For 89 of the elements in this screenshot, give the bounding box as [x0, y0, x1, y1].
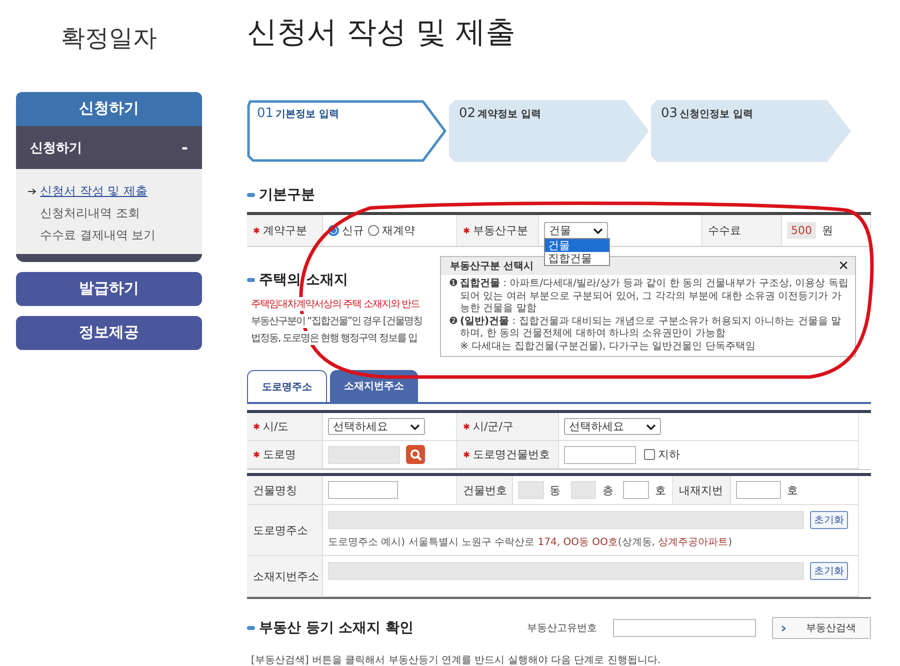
submenu-link[interactable]: 수수료 결제내역 보기 — [40, 227, 156, 244]
building-name-input[interactable] — [328, 481, 398, 499]
section-title: 기본구분 — [259, 186, 315, 204]
arrow-icon — [28, 188, 37, 195]
menu-button[interactable]: 발급하기 — [16, 272, 202, 306]
field-label: 도로명건물번호 — [473, 447, 550, 462]
lot-number-input[interactable] — [736, 481, 781, 499]
region-select[interactable]: 선택하세요 — [328, 418, 425, 435]
page-title: 신청서 작성 및 제출 — [247, 14, 517, 52]
field-label: 계약구분 — [263, 223, 307, 238]
step-label: 기본정보 입력 — [276, 108, 340, 121]
close-button[interactable]: ✕ — [838, 258, 849, 274]
number-input[interactable] — [518, 481, 544, 499]
address-input[interactable] — [328, 511, 804, 529]
required-asterisk-icon — [253, 227, 260, 234]
field-label: 도로명 — [263, 447, 296, 462]
step-number: 02 — [459, 106, 476, 121]
property-type-select[interactable]: 건물 — [544, 222, 608, 239]
note-text: [부동산검색] 버튼을 클릭해서 부동산등기 연계를 반드시 실행해야 다음 단계로 진행됩니다. — [250, 654, 662, 666]
submenu-title: 신청하기 — [30, 140, 82, 156]
field-label: 시/도 — [263, 419, 289, 434]
field-label: 내재지번 — [679, 482, 723, 498]
submenu-link[interactable]: 신청처리내역 조회 — [40, 205, 140, 222]
chevron-down-icon — [593, 228, 603, 234]
step-label: 신청인정보 입력 — [680, 108, 754, 121]
unit-label: 호 — [655, 482, 666, 498]
field-label: 도로명주소 — [253, 522, 308, 538]
step-number: 03 — [661, 106, 678, 121]
definition-text: 집합건물 : 아파트/다세대/빌라/상가 등과 같이 한 동의 건물내부가 구조상, 이용상 독립되어 있는 여러 부분으로 구분되어 있어, 그 각각의 부분에 대한 소유권 이전등기가 가능한 건물을 말함 — [460, 278, 849, 316]
building-number-input[interactable] — [564, 446, 636, 464]
definition-text: (일반)건물 : 집합건물과 대비되는 개념으로 구분소유가 허용되지 아니하는 건물을 말하며, 한 동의 건물전체에 대하여 하나의 소유권만이 가능함 — [460, 316, 842, 340]
section-title: 부동산 등기 소재지 확인 — [259, 619, 414, 637]
dropdown-option[interactable]: 집합건물 — [545, 252, 609, 265]
required-asterisk-icon — [253, 451, 260, 458]
reset-button[interactable]: 초기화 — [810, 511, 848, 529]
menu-button[interactable]: 정보제공 — [16, 316, 202, 350]
number-input[interactable] — [623, 481, 650, 499]
checkbox-label: 지하 — [658, 447, 680, 462]
checkbox[interactable] — [644, 449, 655, 460]
reset-button[interactable]: 초기화 — [810, 562, 848, 580]
number-marker: ❷ — [449, 316, 458, 328]
collapse-toggle[interactable]: - — [181, 138, 188, 157]
dropdown-option[interactable]: 건물 — [545, 239, 609, 252]
field-label: 소재지번주소 — [253, 568, 319, 584]
field-label: 건물명칭 — [253, 482, 297, 498]
required-asterisk-icon — [463, 423, 470, 430]
field-label: 부동산고유번호 — [527, 622, 597, 635]
address-tab[interactable]: 소재지번주소 — [330, 370, 418, 402]
bullet-dash-icon — [247, 626, 255, 630]
number-input[interactable] — [570, 481, 596, 499]
sidebar-title: 확정일자 — [60, 23, 158, 54]
chevron-down-icon — [646, 424, 656, 430]
fee-amount: 500 — [787, 222, 816, 239]
search-icon — [410, 448, 422, 460]
note-text: ※ 다세대는 집합건물(구분건물), 다가구는 일반건물인 단독주택임 — [459, 340, 756, 353]
field-label: 건물번호 — [463, 482, 507, 498]
number-marker: ❶ — [449, 278, 458, 291]
chevron-down-icon — [410, 424, 420, 430]
field-label: 시/군/구 — [473, 419, 514, 434]
bullet-dash-icon — [247, 193, 255, 197]
required-asterisk-icon — [463, 227, 470, 234]
required-asterisk-icon — [463, 451, 470, 458]
search-button[interactable] — [406, 445, 425, 464]
bullet-dash-icon — [247, 278, 255, 282]
unit-label: 원 — [822, 223, 833, 238]
field-label: 부동산구분 — [473, 223, 528, 238]
property-search-button[interactable]: 부동산검색 — [772, 617, 871, 639]
region-select[interactable]: 선택하세요 — [564, 418, 661, 435]
unit-label: 층 — [602, 482, 614, 498]
step-number: 01 — [257, 106, 274, 121]
property-id-input[interactable] — [613, 619, 756, 637]
example-text: 도로명주소 예시) 서울특별시 노원구 수락산로 174, OO동 OO호(상계동, 상계주공아파트) — [328, 536, 734, 549]
address-input[interactable] — [328, 562, 804, 580]
submenu-link[interactable]: 신청서 작성 및 제출 — [40, 183, 148, 200]
radio-label: 신규 — [342, 223, 364, 238]
radio-label: 재계약 — [382, 223, 415, 238]
popup-title: 부동산구분 선택시 — [450, 260, 534, 273]
road-name-input[interactable] — [328, 446, 400, 464]
submenu-header[interactable]: 신청하기 - — [16, 126, 202, 169]
required-asterisk-icon — [253, 423, 260, 430]
unit-label: 동 — [550, 482, 561, 498]
address-tab[interactable]: 도로명주소 — [247, 370, 327, 402]
unit-label: 호 — [787, 482, 798, 498]
chevron-right-icon — [781, 624, 786, 632]
step-label: 계약정보 입력 — [478, 108, 542, 121]
field-label: 수수료 — [708, 223, 741, 238]
section-title: 주택의 소재지 — [259, 271, 348, 289]
menu-button[interactable]: 신청하기 — [16, 92, 202, 126]
radio-button[interactable] — [368, 225, 379, 236]
